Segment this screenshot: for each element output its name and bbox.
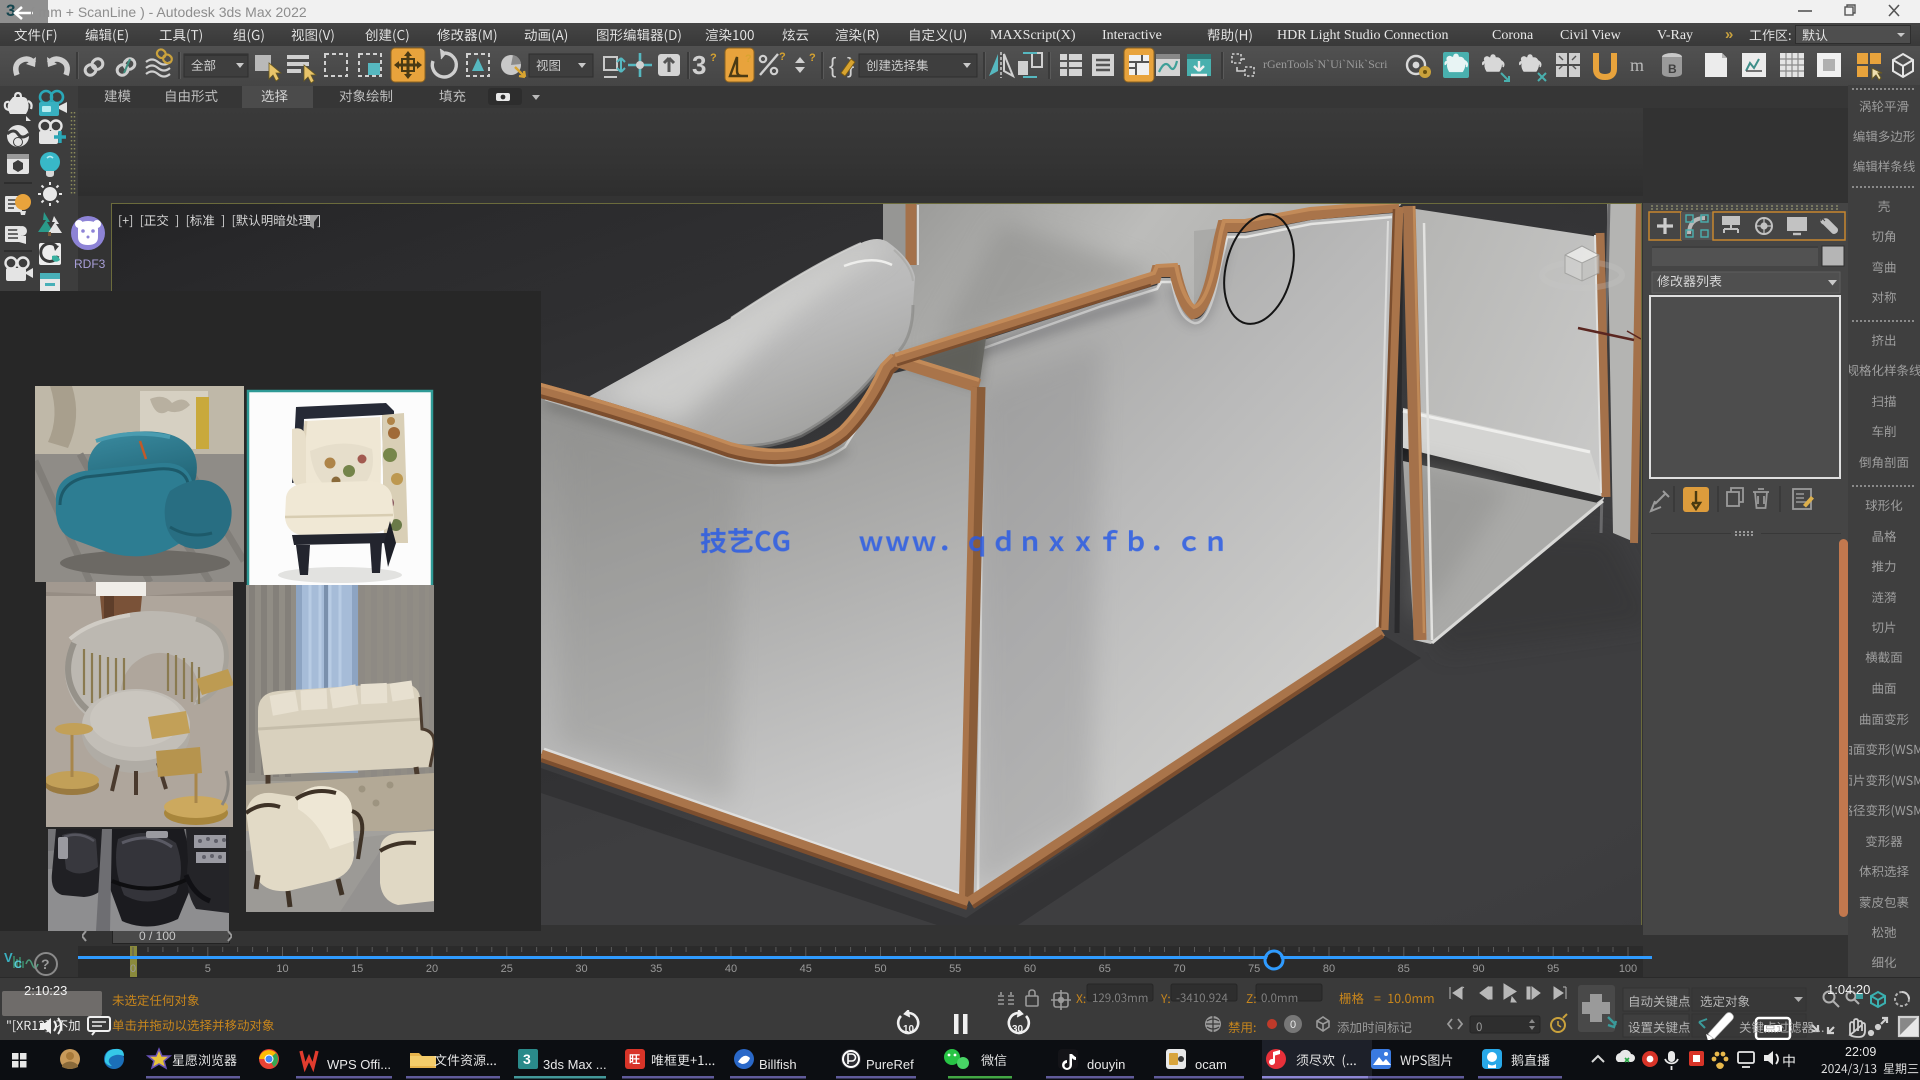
svg-text:30: 30 (1012, 1024, 1024, 1035)
svg-text:70: 70 (1173, 963, 1185, 975)
svg-text:0: 0 (130, 963, 136, 975)
svg-text:5: 5 (205, 963, 211, 975)
svg-text:95: 95 (1547, 963, 1559, 975)
svg-text:45: 45 (800, 963, 812, 975)
svg-text:35: 35 (650, 963, 662, 975)
svg-text:50: 50 (874, 963, 886, 975)
svg-text:10: 10 (276, 963, 288, 975)
svg-text:75: 75 (1248, 963, 1260, 975)
svg-text:55: 55 (949, 963, 961, 975)
svg-text:3: 3 (523, 1051, 531, 1067)
svg-text:0: 0 (1290, 1019, 1296, 1031)
svg-text:60: 60 (1024, 963, 1036, 975)
svg-text:C: C (14, 959, 22, 971)
svg-text:85: 85 (1398, 963, 1410, 975)
svg-text:15: 15 (351, 963, 363, 975)
svg-text:{: { (829, 53, 836, 78)
svg-text:80: 80 (1323, 963, 1335, 975)
svg-text:m: m (1630, 55, 1644, 75)
svg-text:40: 40 (725, 963, 737, 975)
svg-text:20: 20 (426, 963, 438, 975)
svg-text:V: V (4, 950, 13, 965)
svg-text:100: 100 (1619, 963, 1637, 975)
svg-text:30: 30 (575, 963, 587, 975)
svg-text:65: 65 (1099, 963, 1111, 975)
svg-text:3: 3 (692, 50, 706, 80)
svg-text:10: 10 (903, 1024, 915, 1035)
svg-text:B: B (1668, 62, 1677, 76)
svg-text:旺: 旺 (629, 1053, 640, 1066)
svg-text:90: 90 (1472, 963, 1484, 975)
svg-text:25: 25 (501, 963, 513, 975)
svg-text:?: ? (41, 956, 50, 972)
